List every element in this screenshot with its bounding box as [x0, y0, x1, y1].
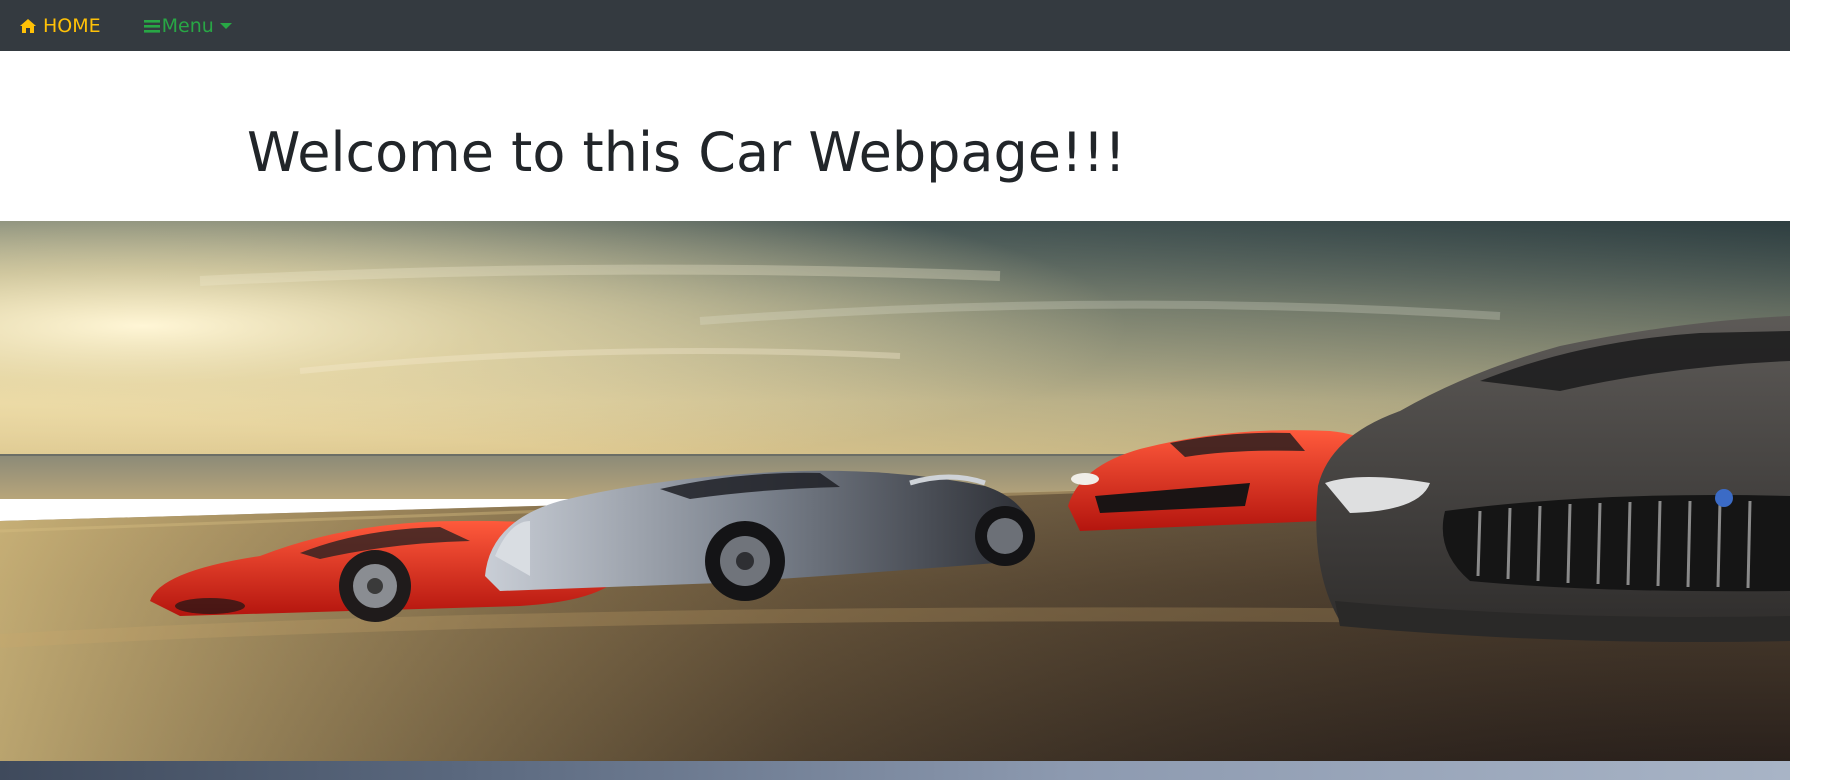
- hero-illustration: [0, 221, 1790, 761]
- home-link[interactable]: HOME: [19, 15, 101, 37]
- menu-label: Menu: [161, 14, 214, 37]
- next-section-strip: [0, 761, 1790, 780]
- page-title: Welcome to this Car Webpage!!!: [247, 121, 1126, 184]
- bars-icon: [143, 19, 160, 33]
- right-gutter: [1790, 0, 1842, 780]
- home-icon: [20, 18, 36, 33]
- menu-dropdown-toggle[interactable]: Menu: [143, 15, 232, 37]
- top-navbar: HOME Menu: [0, 0, 1790, 51]
- page: HOME Menu Welcome to this Car Webpage!!!: [0, 0, 1842, 780]
- content-area: HOME Menu Welcome to this Car Webpage!!!: [0, 0, 1790, 780]
- hero-image: [0, 221, 1790, 761]
- home-label: HOME: [43, 14, 101, 37]
- caret-down-icon: [219, 22, 232, 29]
